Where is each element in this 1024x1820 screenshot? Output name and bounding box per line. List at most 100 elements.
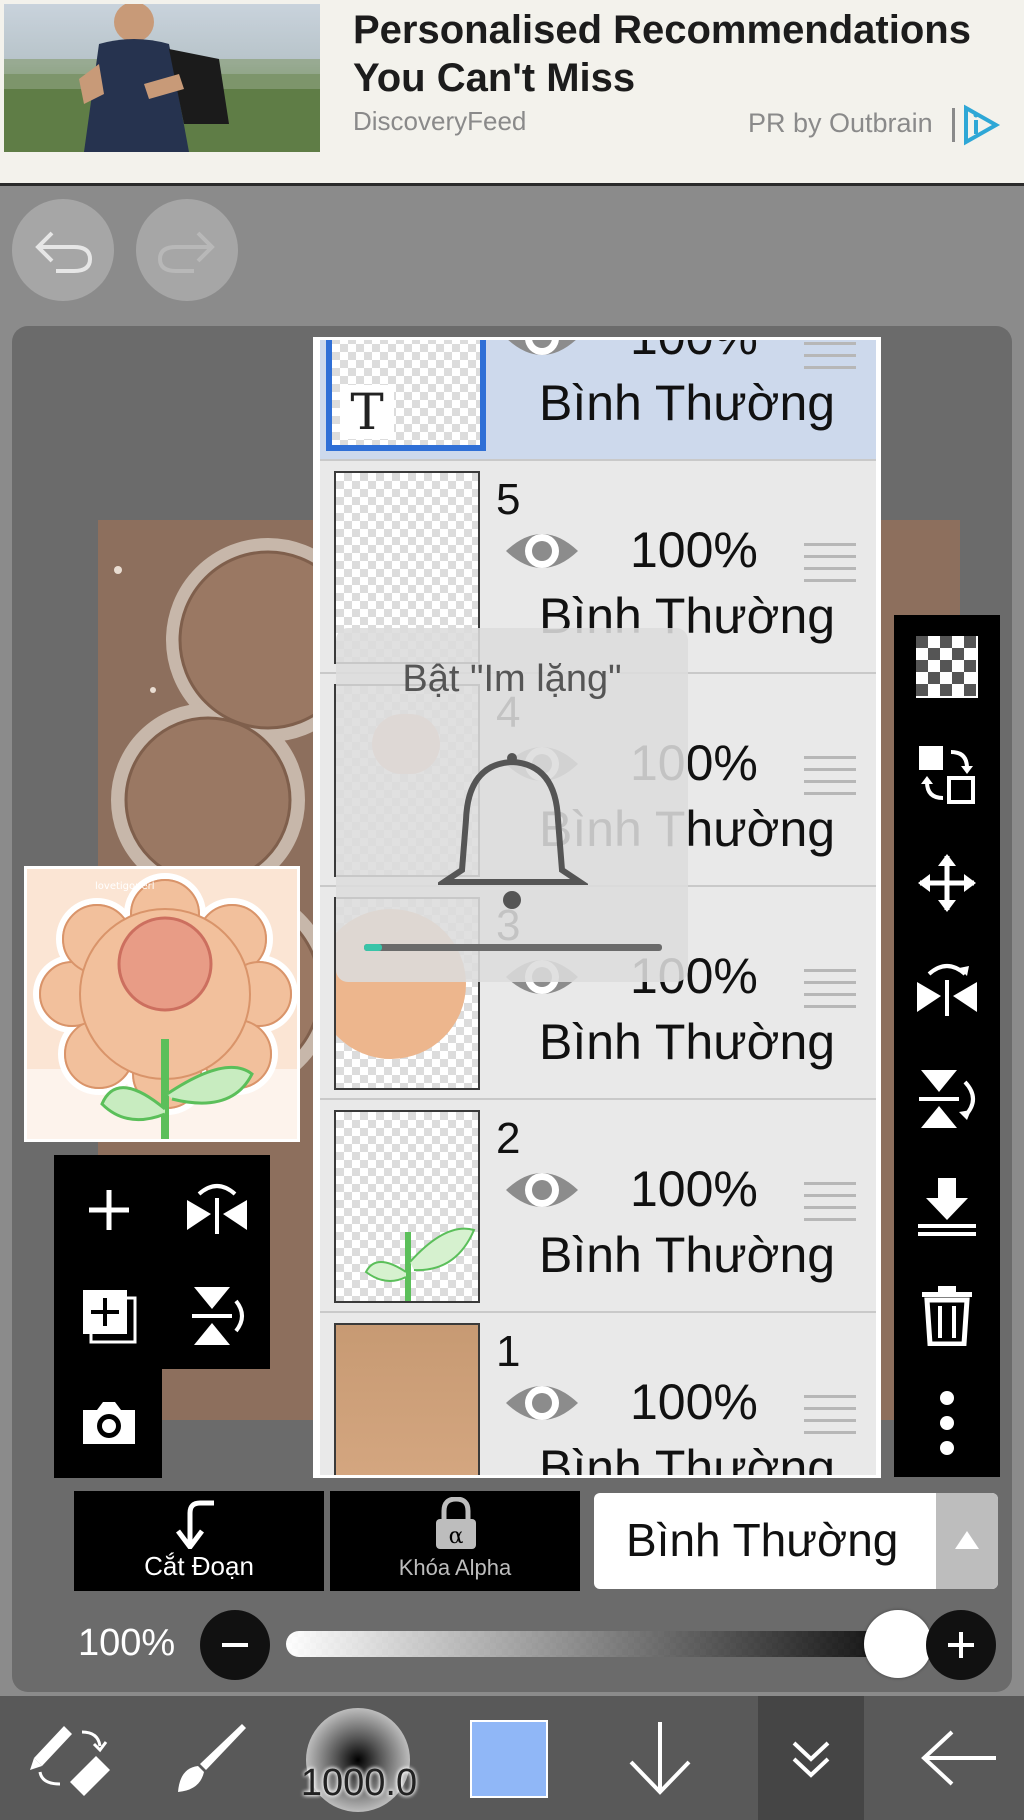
undo-button[interactable]	[12, 199, 114, 301]
bottom-toolbar: 1000.0	[0, 1696, 1024, 1820]
outbrain-logo-icon[interactable]	[952, 104, 1004, 146]
layer-blend-mode: Bình Thường	[539, 1014, 836, 1070]
flip-vertical-icon	[192, 1287, 244, 1345]
toast-progress-bar	[364, 944, 662, 951]
opacity-slider-knob[interactable]	[864, 1610, 932, 1678]
delete-layer-button[interactable]	[894, 1265, 1000, 1365]
layer-down-button[interactable]	[610, 1696, 710, 1820]
double-chevron-down-icon	[792, 1741, 830, 1778]
color-swatch[interactable]	[470, 1720, 548, 1798]
triangle-up-icon	[955, 1531, 979, 1549]
eye-icon[interactable]	[504, 337, 580, 366]
brush-size-label: 1000.0	[300, 1762, 418, 1804]
blend-mode-dropdown[interactable]	[936, 1493, 998, 1589]
lock-icon: α	[436, 1497, 476, 1549]
swap-tool-button[interactable]	[16, 1696, 126, 1820]
opacity-value: 100%	[78, 1622, 176, 1664]
add-layer-button[interactable]	[56, 1157, 162, 1263]
right-toolbar	[894, 615, 1000, 1477]
flip-canvas-vertical-button[interactable]	[164, 1263, 270, 1369]
undo-icon	[35, 231, 93, 273]
add-copy-layer-button[interactable]	[56, 1263, 162, 1369]
blend-mode-value: Bình Thường	[626, 1514, 899, 1566]
opacity-increase-button[interactable]	[926, 1610, 996, 1680]
alpha-lock-label: Khóa Alpha	[398, 1555, 512, 1580]
layer-blend-mode: Bình Thường	[539, 375, 836, 431]
swap-layer-icon	[919, 746, 975, 804]
drag-handle-icon[interactable]	[804, 1182, 856, 1222]
preview-watermark: lovetigonerl	[95, 881, 155, 892]
eye-icon[interactable]	[504, 523, 580, 579]
opacity-decrease-button[interactable]	[200, 1610, 270, 1680]
transparency-icon	[916, 636, 978, 698]
flip-horizontal-icon	[187, 1184, 247, 1234]
layer-blend-mode: Bình Thường	[539, 1440, 836, 1478]
drag-handle-icon[interactable]	[804, 543, 856, 583]
flip-horizontal-button[interactable]	[894, 941, 1000, 1041]
layer-row[interactable]: 1 100% Bình Thường	[320, 1313, 876, 1478]
layer-thumbnail[interactable]	[334, 1110, 480, 1303]
back-button[interactable]	[910, 1696, 1010, 1820]
minus-icon	[222, 1643, 248, 1647]
silent-mode-toast: Bật "Im lặng"	[336, 628, 688, 982]
clip-label: Cắt Đoạn	[144, 1551, 254, 1581]
layer-row[interactable]: 2 100% Bình Thường	[320, 1100, 876, 1313]
transparency-button[interactable]	[894, 617, 1000, 717]
camera-button[interactable]	[56, 1370, 162, 1476]
ad-source: DiscoveryFeed	[353, 106, 527, 136]
brush-tool-button[interactable]	[160, 1696, 260, 1820]
flip-vertical-icon	[919, 1070, 975, 1128]
ad-banner[interactable]: Personalised Recommendations You Can't M…	[0, 0, 1024, 186]
layer-blend-mode: Bình Thường	[539, 1227, 836, 1283]
layer-row[interactable]: T 100% Bình Thường	[320, 337, 876, 461]
clip-button[interactable]: Cắt Đoạn	[74, 1491, 324, 1591]
alpha-lock-button[interactable]: α Khóa Alpha	[330, 1491, 580, 1591]
camera-icon	[83, 1402, 135, 1444]
app-screen: { "ad": { "title": "Personalised Recomme…	[0, 0, 1024, 1820]
layers-menu-button[interactable]	[758, 1696, 864, 1820]
blend-mode-select[interactable]: Bình Thường	[594, 1493, 998, 1589]
ad-image[interactable]	[4, 4, 320, 152]
ad-title[interactable]: Personalised Recommendations You Can't M…	[353, 6, 1013, 102]
layer-opacity: 100%	[630, 1374, 758, 1430]
drag-handle-icon[interactable]	[804, 1395, 856, 1435]
eye-icon[interactable]	[504, 1375, 580, 1431]
drag-handle-icon[interactable]	[804, 756, 856, 796]
arrow-down-icon	[629, 1722, 691, 1795]
layer-opacity: 100%	[630, 522, 758, 578]
drag-handle-icon[interactable]	[804, 969, 856, 1009]
merge-down-icon	[918, 1178, 976, 1236]
layer-number: 5	[496, 475, 521, 524]
ad-sponsor[interactable]: PR by Outbrain	[748, 108, 933, 139]
clip-arrow-icon	[176, 1500, 214, 1549]
layer-number: 1	[496, 1327, 521, 1376]
drag-handle-icon[interactable]	[804, 340, 856, 370]
toast-progress-fill	[364, 944, 382, 951]
swap-layer-button[interactable]	[894, 725, 1000, 825]
merge-down-button[interactable]	[894, 1157, 1000, 1257]
layer-thumbnail[interactable]	[334, 1323, 480, 1475]
text-layer-glyph: T	[340, 385, 394, 439]
pen-eraser-swap-icon	[30, 1726, 110, 1796]
redo-icon	[157, 231, 215, 273]
add-layer-icon	[89, 1190, 129, 1230]
add-copy-layer-icon	[83, 1290, 137, 1344]
move-button[interactable]	[894, 833, 1000, 933]
opacity-slider[interactable]	[286, 1631, 906, 1657]
svg-text:α: α	[449, 1524, 464, 1549]
eye-icon[interactable]	[504, 1162, 580, 1218]
layer-number: 2	[496, 1114, 521, 1163]
move-icon	[918, 854, 976, 912]
flip-canvas-horizontal-button[interactable]	[164, 1157, 270, 1263]
bell-icon	[438, 753, 588, 909]
toast-text: Bật "Im lặng"	[402, 658, 622, 700]
layer-thumbnail[interactable]: T	[326, 340, 486, 451]
more-button[interactable]	[894, 1373, 1000, 1473]
arrow-left-icon	[921, 1730, 996, 1786]
trash-icon	[922, 1286, 972, 1346]
more-icon	[940, 1391, 954, 1455]
redo-button[interactable]	[136, 199, 238, 301]
flip-vertical-button[interactable]	[894, 1049, 1000, 1149]
canvas-preview[interactable]: lovetigonerl	[24, 866, 300, 1142]
plus-icon	[948, 1632, 974, 1658]
